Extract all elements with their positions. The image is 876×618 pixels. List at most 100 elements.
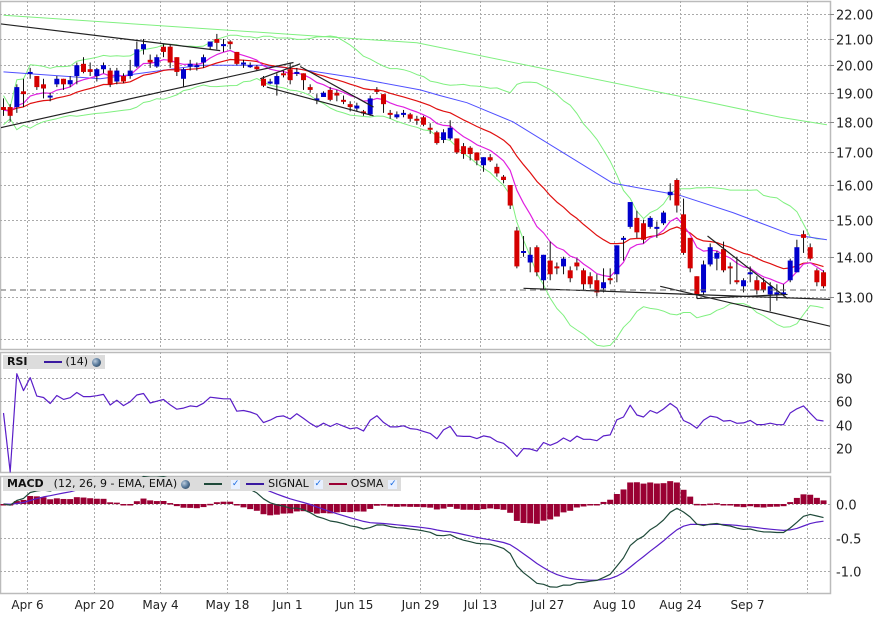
candle[interactable] [594,274,600,297]
candle[interactable] [327,87,333,102]
candle[interactable] [554,262,560,275]
candle[interactable] [307,84,313,93]
candle[interactable] [41,78,47,99]
candle[interactable] [7,104,13,122]
candle[interactable] [314,94,320,105]
candle[interactable] [414,115,420,125]
candle[interactable] [601,268,607,293]
candle[interactable] [21,78,27,108]
candle[interactable] [707,243,713,267]
candle[interactable] [561,256,567,275]
candle[interactable] [407,112,413,122]
candle[interactable] [354,102,360,112]
candle[interactable] [227,40,233,50]
candle[interactable] [87,62,93,77]
candle[interactable] [687,237,693,273]
candle[interactable] [454,138,460,155]
candle[interactable] [681,198,687,255]
candle[interactable] [394,111,400,119]
candle[interactable] [121,73,127,83]
candle[interactable] [401,109,407,118]
candle[interactable] [587,272,593,289]
candle[interactable] [247,62,253,68]
settings-globe-icon[interactable] [92,357,102,367]
candle[interactable] [634,210,640,238]
candle[interactable] [267,78,273,85]
candle[interactable] [341,95,347,105]
candle[interactable] [221,38,227,52]
candle[interactable] [787,258,793,283]
candle[interactable] [627,202,633,229]
candle[interactable] [807,243,813,261]
macd-visible-checkbox[interactable]: ✓ [231,479,241,489]
candle[interactable] [467,146,473,161]
candle[interactable] [581,268,587,291]
candle[interactable] [474,152,480,166]
candle[interactable] [101,62,107,74]
trendline[interactable] [660,285,830,327]
candle[interactable] [114,67,120,85]
candle[interactable] [301,73,307,90]
candle[interactable] [794,239,800,273]
candle[interactable] [521,236,527,257]
candle[interactable] [621,236,627,261]
candle[interactable] [34,76,40,90]
candle[interactable] [134,41,140,68]
candle[interactable] [487,154,493,163]
candle[interactable] [321,91,327,97]
candle[interactable] [701,260,707,295]
candle[interactable] [334,89,340,102]
candle[interactable] [514,226,520,269]
candle[interactable] [674,178,680,213]
candle[interactable] [441,129,447,144]
candle[interactable] [381,94,387,113]
candle[interactable] [661,210,667,226]
candle[interactable] [614,245,620,283]
candle[interactable] [94,67,100,82]
candle[interactable] [127,59,133,79]
candle[interactable] [214,33,220,50]
candle[interactable] [181,67,187,88]
osma-visible-checkbox[interactable]: ✓ [388,479,398,489]
candle[interactable] [107,67,113,88]
candle[interactable] [547,241,553,281]
candle[interactable] [1,98,6,116]
candle[interactable] [567,266,573,283]
candle[interactable] [494,163,500,177]
candle[interactable] [374,87,380,95]
candle[interactable] [714,250,720,271]
candle[interactable] [421,115,427,127]
trendline[interactable] [266,86,374,117]
candle[interactable] [641,219,647,244]
osma-bar [793,497,800,504]
candle[interactable] [801,230,807,253]
rsi-panel[interactable] [2,373,824,473]
signal-visible-checkbox[interactable]: ✓ [313,479,323,489]
candle[interactable] [154,54,160,68]
candle[interactable] [534,245,540,277]
candle[interactable] [174,57,180,77]
candle[interactable] [461,143,467,159]
candle[interactable] [647,216,653,229]
settings-globe-icon[interactable] [181,479,191,489]
price-panel[interactable] [0,14,830,347]
candle[interactable] [727,262,733,285]
candle[interactable] [447,120,453,140]
candle[interactable] [774,284,780,301]
candle[interactable] [167,44,173,68]
candle[interactable] [54,76,60,88]
candle[interactable] [161,44,167,58]
candle[interactable] [501,175,507,184]
candle[interactable] [207,41,213,50]
candle[interactable] [821,270,827,289]
candle[interactable] [234,51,240,66]
candle[interactable] [274,73,280,96]
stock-chart[interactable]: Apr 6 Apr 20 May 4 May 18 Jun 1 Jun 15 Jun 29 J… [0,0,876,618]
macd-panel[interactable] [0,475,827,588]
candle[interactable] [507,185,513,210]
candle[interactable] [754,276,760,295]
candle[interactable] [541,254,547,291]
candle[interactable] [241,59,247,68]
candle[interactable] [434,130,440,145]
candle[interactable] [814,268,820,287]
